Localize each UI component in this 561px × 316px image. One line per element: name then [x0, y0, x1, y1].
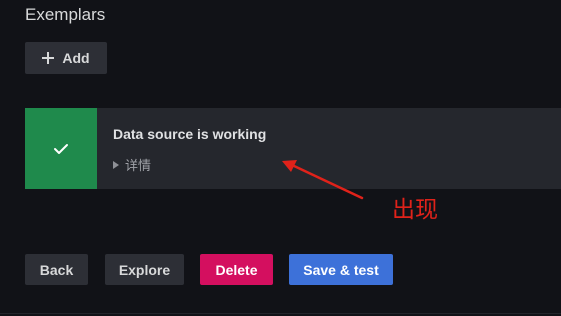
datasource-settings-page: Exemplars Add Data source is working 详情 …	[0, 0, 561, 316]
caret-right-icon	[113, 160, 119, 169]
exemplars-heading: Exemplars	[25, 5, 106, 24]
annotation-label: 出现	[392, 197, 438, 223]
alert-title: Data source is working	[113, 126, 267, 142]
explore-button[interactable]: Explore	[105, 254, 184, 285]
save-and-test-button[interactable]: Save & test	[289, 254, 393, 285]
plus-icon	[42, 52, 55, 64]
details-label: 详情	[125, 158, 152, 173]
success-status-box	[25, 108, 97, 189]
add-exemplar-button[interactable]: Add	[25, 42, 107, 74]
checkmark-icon	[54, 143, 68, 154]
add-button-label: Add	[62, 50, 90, 66]
alert-body: Data source is working 详情	[97, 108, 266, 189]
divider	[0, 313, 561, 314]
back-button[interactable]: Back	[25, 254, 88, 285]
delete-button[interactable]: Delete	[200, 254, 273, 285]
alert-details-toggle[interactable]: 详情	[113, 155, 266, 174]
datasource-test-alert: Data source is working 详情	[25, 108, 561, 189]
